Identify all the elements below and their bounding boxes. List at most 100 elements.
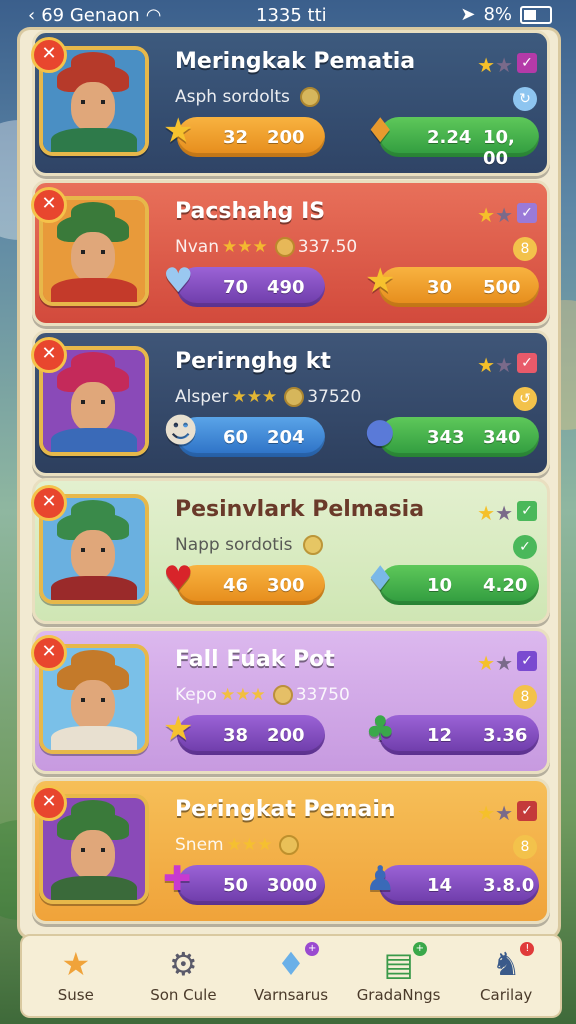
player-name: Pacshahg IS (175, 199, 326, 224)
select-checkbox[interactable]: ✓ (517, 53, 537, 73)
rating-stars: ★★★ (221, 237, 268, 257)
player-card[interactable]: ✕ Fall Fúak Pot Kepo ★★★ 33750 ★★ ✓ 8 ★ … (31, 628, 550, 774)
back-icon[interactable]: ‹ (28, 5, 35, 26)
stat-primary-total: 3000 (267, 875, 318, 896)
subtitle-text: Napp sordotis (175, 535, 293, 555)
player-card[interactable]: ✕ Peringkat Pemain Snem ★★★ ★★ ✓ 8 ✚ 50 … (31, 778, 550, 924)
coin-icon (272, 685, 293, 705)
nav-icon: ★ (61, 945, 91, 983)
stat-primary-value: 46 (223, 575, 249, 596)
stat-primary-value: 50 (223, 875, 249, 896)
rating-stars: ★★★ (226, 835, 273, 855)
stat-secondary-icon: ★ (365, 261, 396, 301)
leaderboard-panel: ✕ Meringkak Pematia Asph sordolts ★★ ✓ ↻… (20, 30, 558, 936)
player-subtitle: Napp sordotis (175, 535, 326, 555)
stat-pill-primary[interactable]: ✚ 50 3000 (163, 859, 325, 905)
action-icon[interactable]: 8 (513, 685, 537, 709)
nav-item[interactable]: ⚙ Son Cule (130, 936, 238, 1016)
player-name: Perirnghg kt (175, 349, 331, 374)
stat-secondary-icon: ♦ (365, 111, 396, 151)
coin-icon (279, 835, 300, 855)
action-icon[interactable]: ↺ (513, 387, 537, 411)
player-subtitle: Alsper ★★★ 37520 (175, 387, 361, 407)
nav-item[interactable]: ♞ Carilay! (452, 936, 560, 1016)
clock: 1335 tti (256, 5, 327, 26)
nav-item[interactable]: ▤ GradaNngs + (345, 936, 453, 1016)
battery-icon (520, 5, 552, 24)
remove-icon[interactable]: ✕ (31, 485, 67, 521)
subtitle-value: 37520 (307, 387, 362, 407)
select-checkbox[interactable]: ✓ (517, 501, 537, 521)
remove-icon[interactable]: ✕ (31, 37, 67, 73)
action-icon[interactable]: 8 (513, 237, 537, 261)
stat-pill-secondary[interactable]: ★ 30 500 (365, 261, 539, 307)
player-card[interactable]: ✕ Pacshahg IS Nvan ★★★ 337.50 ★★ ✓ 8 ♥ 7… (31, 180, 550, 326)
stat-primary-icon: ♥ (163, 559, 194, 599)
action-icon[interactable]: 8 (513, 835, 537, 859)
stat-primary-value: 70 (223, 277, 249, 298)
stat-pill-primary[interactable]: ♥ 70 490 (163, 261, 325, 307)
stat-secondary-total: 500 (483, 277, 521, 298)
battery-percent: 8% (483, 4, 512, 25)
select-checkbox[interactable]: ✓ (517, 651, 537, 671)
player-subtitle: Kepo ★★★ 33750 (175, 685, 350, 705)
nav-badge: + (305, 942, 320, 956)
player-name: Peringkat Pemain (175, 797, 396, 822)
coin-icon (284, 387, 305, 407)
select-checkbox[interactable]: ✓ (517, 203, 537, 223)
nav-label: Suse (57, 986, 94, 1004)
player-subtitle: Snem ★★★ (175, 835, 302, 855)
stat-secondary-total: 10, 00 (483, 127, 515, 169)
subtitle-text: Asph sordolts (175, 87, 290, 107)
stat-pill-secondary[interactable]: ♟ 14 3.8.0 (365, 859, 539, 905)
player-card[interactable]: ✕ Perirnghg kt Alsper ★★★ 37520 ★★ ✓ ↺ ☻… (31, 330, 550, 476)
nav-item[interactable]: ♦ Varnsarus + (237, 936, 345, 1016)
nav-label: GradaNngs (356, 986, 441, 1004)
stat-secondary-value: 10 (427, 575, 453, 596)
nav-label: Carilay (480, 986, 533, 1004)
nav-badge: + (412, 942, 427, 956)
select-checkbox[interactable]: ✓ (517, 801, 537, 821)
stat-primary-total: 200 (267, 127, 305, 148)
subtitle-text: Kepo (175, 685, 217, 705)
rank-stars: ★★ (477, 353, 513, 377)
rank-stars: ★★ (477, 53, 513, 77)
action-icon[interactable]: ↻ (513, 87, 537, 111)
player-name: Fall Fúak Pot (175, 647, 335, 672)
stat-primary-total: 300 (267, 575, 305, 596)
subtitle-text: Alsper (175, 387, 229, 407)
stat-pill-secondary[interactable]: ♣ 12 3.36 (365, 709, 539, 755)
stat-pill-primary[interactable]: ★ 32 200 (163, 111, 325, 157)
player-name: Pesinvlark Pelmasia (175, 497, 425, 522)
remove-icon[interactable]: ✕ (31, 785, 67, 821)
stat-pill-secondary[interactable]: ♦ 2.24 10, 00 (365, 111, 539, 169)
subtitle-value: 337.50 (297, 237, 358, 257)
status-bar: ‹ 69 Genaon ◠ 1335 tti ➤ 8% (0, 0, 576, 32)
nav-item[interactable]: ★ Suse (22, 936, 130, 1016)
stat-pill-secondary[interactable]: ♦ 10 4.20 (365, 559, 539, 605)
stat-secondary-value: 343 (427, 427, 465, 448)
stat-primary-icon: ✚ (163, 859, 192, 899)
nav-label: Varnsarus (253, 986, 329, 1004)
stat-pill-primary[interactable]: ★ 38 200 (163, 709, 325, 755)
subtitle-text: Snem (175, 835, 224, 855)
nav-icon: ⚙ (169, 945, 198, 983)
rating-stars: ★★★ (231, 387, 278, 407)
remove-icon[interactable]: ✕ (31, 187, 67, 223)
remove-icon[interactable]: ✕ (31, 337, 67, 373)
location-icon: ➤ (460, 4, 476, 25)
stat-secondary-total: 3.36 (483, 725, 528, 746)
stat-primary-value: 60 (223, 427, 249, 448)
player-card[interactable]: ✕ Meringkak Pematia Asph sordolts ★★ ✓ ↻… (31, 30, 550, 176)
stat-pill-secondary[interactable]: ● 343 340 (365, 411, 539, 457)
stat-pill-primary[interactable]: ☻ 60 204 (163, 411, 325, 457)
wifi-icon: ◠ (145, 5, 162, 26)
remove-icon[interactable]: ✕ (31, 635, 67, 671)
select-checkbox[interactable]: ✓ (517, 353, 537, 373)
action-icon[interactable]: ✓ (513, 535, 537, 559)
rank-stars: ★★ (477, 651, 513, 675)
stat-pill-primary[interactable]: ♥ 46 300 (163, 559, 325, 605)
bottom-nav: ★ Suse ⚙ Son Cule ♦ Varnsarus + ▤ GradaNngs +… (20, 934, 562, 1018)
player-card[interactable]: ✕ Pesinvlark Pelmasia Napp sordotis ★★ ✓… (31, 478, 550, 624)
coin-icon (302, 535, 323, 555)
